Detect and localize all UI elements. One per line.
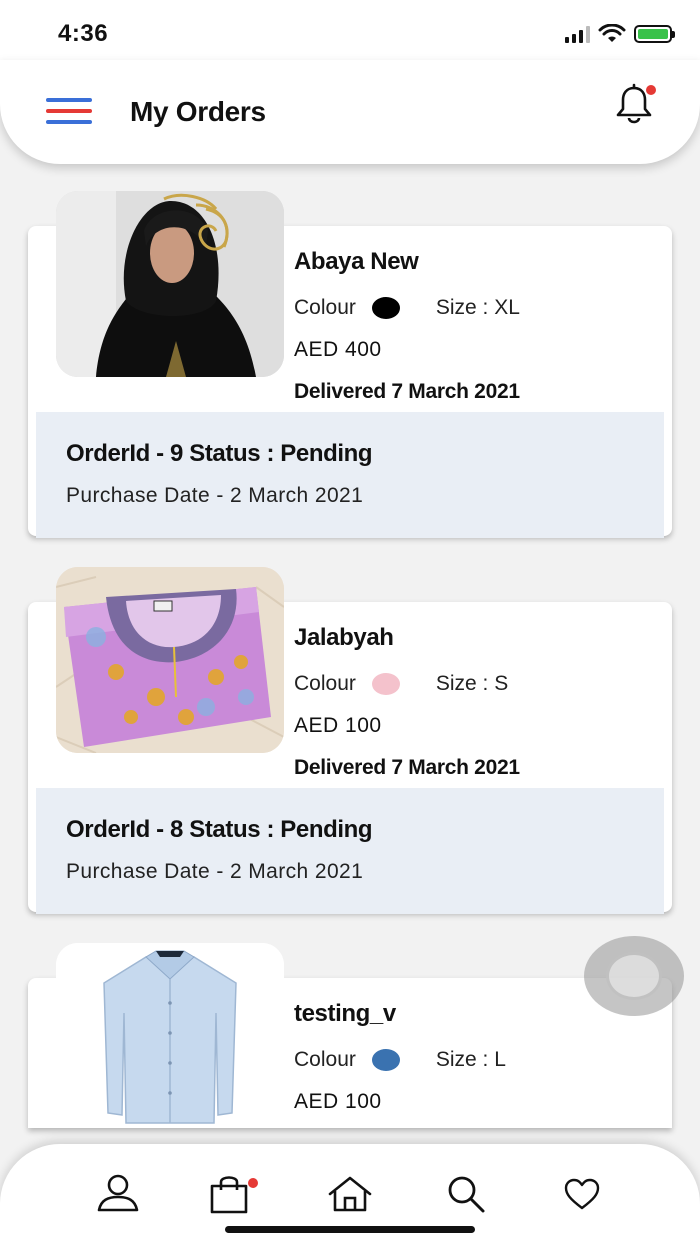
battery-icon [634,25,675,43]
shirt-photo[interactable] [56,943,284,1128]
colour-label: Colour [294,296,356,319]
floating-touch-button[interactable] [584,936,684,1016]
product-name: testing_v [294,1000,396,1027]
product-price: AED 100 [294,1090,382,1113]
purchase-date: Purchase Date - 2 March 2021 [66,484,364,507]
wifi-icon [598,24,626,42]
jalabiya-photo[interactable] [56,567,284,753]
heart-icon[interactable] [558,1172,606,1216]
home-indicator [225,1226,475,1233]
order-id-status: OrderId - 8 Status : Pending [66,816,373,843]
product-info: testing_v Colour Size : L AED 100 [294,1000,506,1114]
notification-bell-icon[interactable] [612,82,656,126]
profile-icon[interactable] [94,1172,142,1216]
size-label: Size : XL [435,296,520,319]
delivery-date: Delivered 7 March 2021 [294,756,520,779]
colour-swatch [371,1049,400,1071]
purchase-date: Purchase Date - 2 March 2021 [66,860,364,883]
colour-size-row: Colour Size : XL [294,296,520,320]
floating-button-inner [606,952,662,1000]
colour-swatch [371,673,400,695]
abaya-photo[interactable] [56,191,284,377]
colour-size-row: Colour Size : L [294,1048,506,1072]
order-details: OrderId - 8 Status : Pending Purchase Da… [36,788,664,914]
colour-label: Colour [294,672,356,695]
product-info: Abaya New Colour Size : XL AED 400 Deliv… [294,248,520,404]
cart-icon[interactable] [206,1172,258,1216]
search-icon[interactable] [442,1172,490,1216]
order-id-status: OrderId - 9 Status : Pending [66,440,373,467]
menu-line [46,98,92,102]
size-label: Size : L [435,1048,506,1071]
product-info: Jalabyah Colour Size : S AED 100 Deliver… [294,624,520,780]
cellular-signal-icon [565,25,590,43]
size-value: XL [494,296,520,319]
menu-line [46,109,92,113]
product-name: Abaya New [294,248,419,275]
size-value: L [494,1048,506,1071]
size-value: S [494,672,509,695]
order-details: OrderId - 9 Status : Pending Purchase Da… [36,412,664,538]
hamburger-menu-icon[interactable] [46,98,92,128]
status-icons [565,24,675,44]
size-label: Size : S [435,672,509,695]
product-price: AED 400 [294,338,382,361]
colour-label: Colour [294,1048,356,1071]
app-header: My Orders [0,60,700,164]
page-title: My Orders [130,96,266,127]
cart-badge [248,1178,258,1188]
notification-badge [646,85,656,95]
product-price: AED 100 [294,714,382,737]
colour-swatch [371,297,400,319]
status-time: 4:36 [58,20,109,47]
home-icon[interactable] [326,1172,374,1216]
product-name: Jalabyah [294,624,394,651]
menu-line [46,120,92,124]
colour-size-row: Colour Size : S [294,672,520,696]
delivery-date: Delivered 7 March 2021 [294,380,520,403]
